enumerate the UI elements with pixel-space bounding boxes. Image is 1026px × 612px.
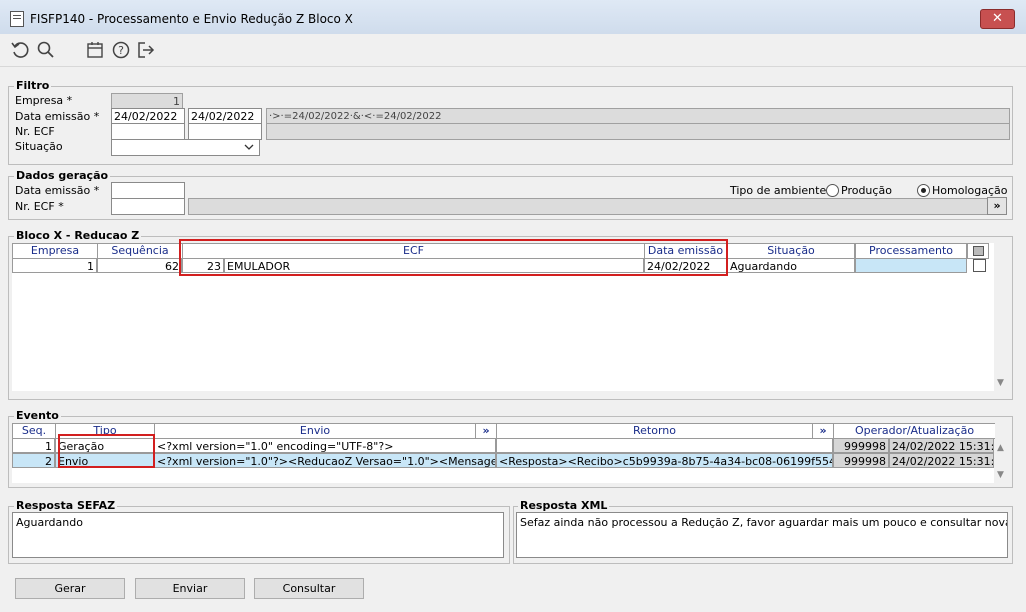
expand-button[interactable]: » [987,197,1007,215]
homologacao-radio[interactable] [917,184,930,197]
evento-legend: Evento [14,409,61,422]
col-retorno[interactable]: Retorno [496,423,813,439]
dados-legend: Dados geração [14,169,111,182]
undo-icon[interactable] [10,40,30,60]
scroll-up-icon[interactable]: ▲ [997,443,1004,453]
evento-row-1-operador[interactable]: 999998 [833,438,889,453]
col-processamento[interactable]: Processamento [855,243,967,259]
close-button[interactable]: ✕ [980,9,1015,29]
calendar-icon[interactable] [85,40,105,60]
nr-ecf-filter-expression [266,123,1010,140]
producao-radio[interactable] [826,184,839,197]
col-situacao[interactable]: Situação [727,243,855,259]
resposta-xml-textarea[interactable]: Sefaz ainda não processou a Redução Z, f… [516,512,1008,558]
evento-row-2-operador[interactable]: 999998 [833,453,889,468]
evento-row-1-tipo[interactable]: Geração [55,438,154,453]
evento-row-2-atualizacao[interactable]: 24/02/2022 15:31:47 [889,453,994,468]
data-emissao-label: Data emissão * [15,110,100,123]
svg-text:?: ? [118,44,124,57]
nr-ecf-label: Nr. ECF [15,125,55,138]
gerar-button[interactable]: Gerar [15,578,125,599]
resposta-xml-legend: Resposta XML [518,499,610,512]
scroll-down-icon[interactable]: ▼ [997,470,1004,480]
window-title: FISFP140 - Processamento e Envio Redução… [30,12,353,26]
row-checkbox[interactable] [973,259,986,272]
evento-row-1-retorno[interactable] [496,438,833,453]
col-tipo[interactable]: Tipo [55,423,155,439]
enviar-button[interactable]: Enviar [135,578,245,599]
col-envio[interactable]: Envio [154,423,476,439]
situacao-label: Situação [15,140,63,153]
resposta-sefaz-textarea[interactable]: Aguardando [12,512,504,558]
bloco-cell-ecf-name[interactable]: EMULADOR [224,258,644,273]
exit-icon[interactable] [136,40,156,60]
evento-row-2-retorno[interactable]: <Resposta><Recibo>c5b9939a-8b75-4a34-bc0… [496,453,833,468]
col-select-all[interactable] [967,243,989,259]
help-icon[interactable]: ? [111,40,131,60]
filtro-legend: Filtro [14,79,52,92]
col-sequencia[interactable]: Sequência [97,243,183,259]
homologacao-label: Homologação [932,184,1008,197]
dados-nr-ecf-description [188,198,988,215]
bloco-cell-ecf-num[interactable]: 23 [182,258,224,273]
evento-row-2-tipo[interactable]: Envio [55,453,154,468]
bloco-cell-data[interactable]: 24/02/2022 [644,258,727,273]
dados-data-emissao-field[interactable] [111,182,185,199]
bloco-cell-situacao[interactable]: Aguardando [727,258,855,273]
scroll-down-icon[interactable]: ▼ [997,378,1004,388]
empresa-label: Empresa * [15,94,73,107]
bloco-cell-empresa[interactable]: 1 [12,258,97,273]
retorno-expand-button[interactable]: » [812,423,834,439]
nr-ecf-from-field[interactable] [111,123,185,140]
tipo-ambiente-label: Tipo de ambiente [730,184,827,197]
col-operador[interactable]: Operador/Atualização [833,423,996,439]
consultar-button[interactable]: Consultar [254,578,364,599]
document-icon [10,11,24,27]
evento-row-2-seq[interactable]: 2 [12,453,55,468]
resposta-sefaz-legend: Resposta SEFAZ [14,499,118,512]
evento-row-1-seq[interactable]: 1 [12,438,55,453]
dados-nr-ecf-label: Nr. ECF * [15,200,64,213]
nr-ecf-to-field[interactable] [188,123,262,140]
bloco-cell-processamento[interactable] [855,258,967,273]
bloco-legend: Bloco X - Reducao Z [14,229,142,242]
dados-nr-ecf-field[interactable] [111,198,185,215]
col-data-emissao[interactable]: Data emissão [644,243,727,259]
envio-expand-button[interactable]: » [475,423,497,439]
search-icon[interactable] [36,40,56,60]
col-ecf[interactable]: ECF [182,243,645,259]
bloco-scrollbar[interactable] [995,243,1008,391]
evento-row-1-atualizacao[interactable]: 24/02/2022 15:31:45 [889,438,994,453]
dados-data-emissao-label: Data emissão * [15,184,100,197]
evento-row-1-envio[interactable]: <?xml version="1.0" encoding="UTF-8"?> [154,438,496,453]
col-seq[interactable]: Seq. [12,423,56,439]
bloco-cell-sequencia[interactable]: 62 [97,258,182,273]
producao-label: Produção [841,184,892,197]
situacao-select[interactable] [111,139,260,156]
evento-row-2-envio[interactable]: <?xml version="1.0"?><ReducaoZ Versao="1… [154,453,496,468]
chevron-down-icon[interactable] [244,142,254,152]
col-empresa[interactable]: Empresa [12,243,98,259]
